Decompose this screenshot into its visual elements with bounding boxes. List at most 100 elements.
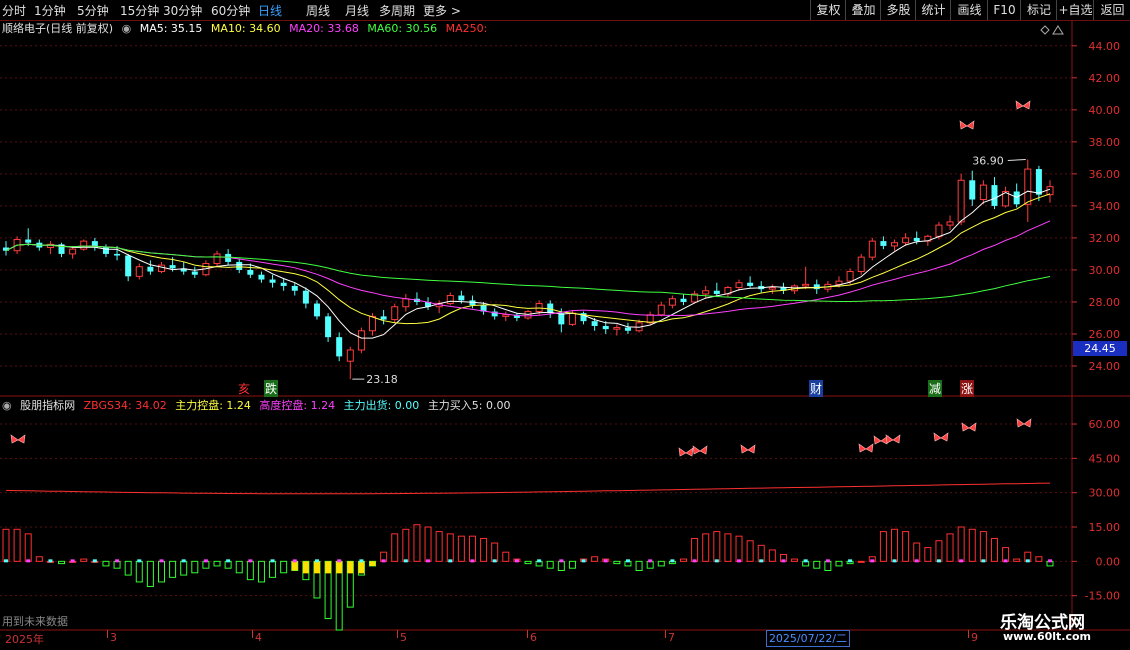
zero-marker [714,559,719,563]
candle-body [191,271,198,275]
zero-marker [92,559,97,563]
histogram-bar [424,526,432,562]
histogram-bar [691,537,699,562]
candle-body [957,179,965,223]
candle-body [591,321,598,326]
zero-marker [115,559,120,563]
candle-body [902,237,910,244]
histogram-bar [979,531,987,562]
candle-body [624,327,631,331]
diamond-icon [1040,25,1050,35]
histogram-bar [791,558,799,562]
histogram-bar [913,542,921,562]
event-tag-4[interactable]: 减 [928,380,943,397]
candle-body [336,337,343,357]
event-tag-1[interactable]: 亥 [238,380,250,397]
event-tag-5[interactable]: 涨 [960,380,975,397]
histogram-bar [835,560,843,567]
ma5-label: MA5: 35.15 [139,22,203,35]
histogram-bar [1002,547,1010,562]
control-bar [313,561,320,574]
zero-marker [759,559,764,563]
candle-body [802,283,810,287]
candle-body [313,303,320,317]
histogram-bar [80,558,88,562]
histogram-bar [591,556,599,562]
candle-body [280,282,287,286]
high-arrow [1007,158,1026,161]
zero-marker [270,559,275,563]
zlkp-label: 主力控盘: 1.24 [175,399,251,412]
date-tick [968,630,969,638]
histogram-bar [1013,558,1021,562]
histogram-bar [990,537,998,562]
event-tag-3[interactable]: 财 [809,380,824,397]
histogram-bar [480,537,488,562]
candle-body [979,184,987,200]
candle-body [857,256,865,273]
butterfly-icon [1015,100,1031,110]
candle-body [135,266,143,277]
candle-body [169,265,176,269]
date-label-3: 5 [400,631,407,644]
zero-marker [248,559,253,563]
control-bar [336,561,343,574]
zero-marker [159,559,164,563]
histogram-bar [13,528,21,562]
candle-body [1013,191,1020,205]
histogram-bar [191,560,199,574]
date-label-2: 4 [255,631,262,644]
candle-body [868,240,876,258]
histogram-bar [657,560,665,567]
histogram-bar [546,560,554,569]
zero-marker [314,559,319,563]
zero-marker [559,559,564,563]
zero-marker [448,559,453,563]
zero-marker [537,559,542,563]
zero-marker [625,559,630,563]
zero-marker [470,559,475,563]
indicator-tick-label: 15.00 [1089,521,1121,534]
zero-marker [26,559,31,563]
zero-marker [359,559,364,563]
price-tick-label: 34.00 [1089,200,1121,213]
candle-body [346,349,354,362]
zero-marker [1048,559,1052,563]
histogram-bar [124,560,132,576]
candle-body [880,241,887,246]
event-tag-2[interactable]: 跌 [264,380,279,397]
indicator-info-bar: ◉ 股朋指标网 ZBGS34: 34.02 主力控盘: 1.24 高度控盘: 1… [2,398,516,414]
stock-title: 顺络电子(日线 前复权) [2,22,114,35]
collapse-icon[interactable]: ◉ [122,22,132,35]
candle-body [713,290,720,294]
histogram-bar [35,556,43,562]
butterfly-icon [678,447,694,457]
histogram-bar [702,533,710,562]
candle-body [357,330,365,351]
butterfly-icon [885,434,901,444]
histogram-bar [224,560,232,569]
histogram-bar [213,560,221,567]
date-tick [665,630,666,638]
candle-body [846,271,854,282]
zero-marker [825,559,830,563]
histogram-bar [735,535,743,562]
histogram-bar [135,560,143,583]
zero-marker [803,559,808,563]
zero-marker [581,559,586,563]
zlch-label: 主力出货: 0.00 [343,399,420,412]
triangle-icon [1052,25,1064,35]
histogram-bar [246,560,254,581]
histogram-bar [102,560,110,567]
zero-marker [403,559,408,563]
candle-body [325,316,332,338]
zero-marker [292,559,297,563]
indicator-tick-label: 30.00 [1089,487,1121,500]
zero-marker [959,559,964,563]
candle-body [291,285,298,291]
candle-body [935,224,943,237]
candle-body [969,180,976,200]
indicator-tick-label: 60.00 [1089,418,1121,431]
histogram-bar [768,549,776,562]
indicator-collapse-icon[interactable]: ◉ [2,399,12,412]
